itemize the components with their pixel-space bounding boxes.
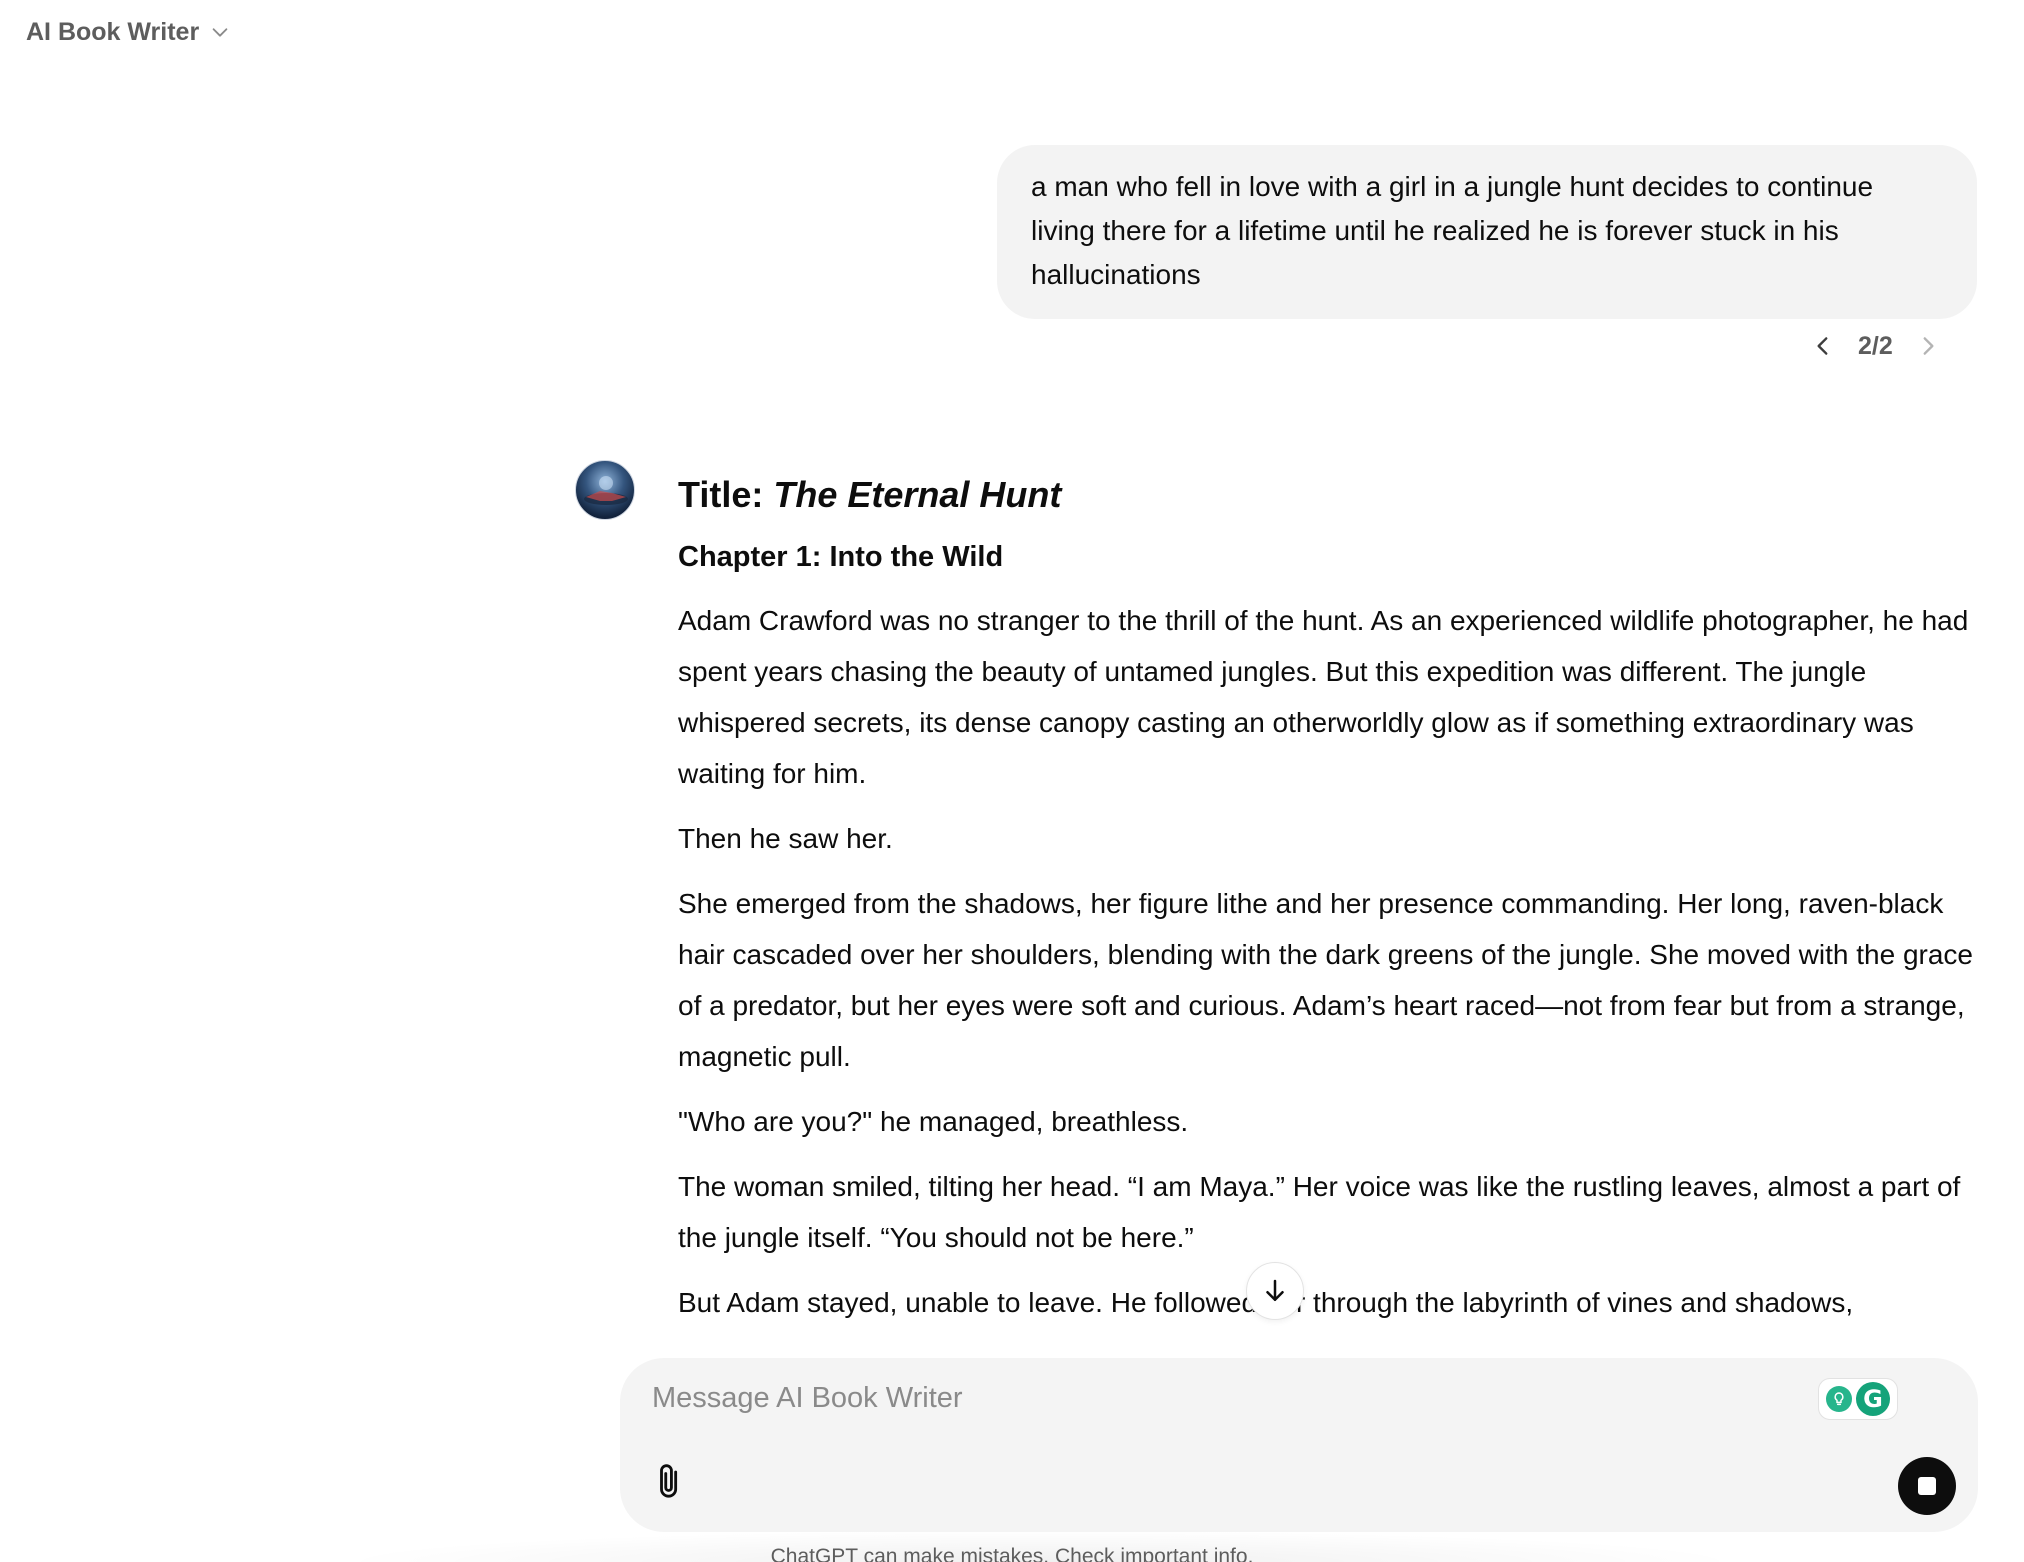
story-paragraph: She emerged from the shadows, her figure… [678,888,1973,1072]
story-paragraph: But Adam stayed, unable to leave. He fol… [678,1287,1854,1318]
response-pager: 2/2 [1808,326,1943,366]
lightbulb-icon [1826,1386,1852,1412]
stop-icon [1918,1477,1936,1495]
story-title-name: The Eternal Hunt [773,474,1062,515]
chevron-down-icon [212,28,228,37]
user-message-bubble: a man who fell in love with a girl in a … [997,145,1977,319]
next-response-button[interactable] [1913,331,1943,361]
chapter-heading: Chapter 1: Into the Wild [678,541,1004,573]
paperclip-icon [660,1464,678,1498]
message-input[interactable]: Message AI Book Writer [652,1382,963,1415]
attach-file-button[interactable] [650,1460,690,1504]
pager-count: 2/2 [1858,331,1893,360]
assistant-response: Title: The Eternal Hunt Chapter 1: Into … [678,465,1978,1342]
gpt-title: AI Book Writer [26,17,200,46]
chat-page: AI Book Writer a man who fell in love wi… [0,0,2024,1562]
grammarly-icon: G [1856,1382,1890,1416]
previous-response-button[interactable] [1808,331,1838,361]
grammarly-widget[interactable]: G [1818,1378,1898,1420]
story-paragraph: "Who are you?" he managed, breathless. [678,1106,1189,1137]
story-paragraph: Then he saw her. [678,823,893,854]
story-title-prefix: Title: [678,474,774,515]
avatar-image [584,476,628,505]
chevron-right-icon [1923,337,1934,355]
scroll-to-bottom-button[interactable] [1246,1262,1304,1320]
story-paragraph: Adam Crawford was no stranger to the thr… [678,605,1969,789]
story-title: Title: The Eternal Hunt [678,465,1978,525]
story-paragraph: The woman smiled, tilting her head. “I a… [678,1171,1961,1253]
arrow-down-icon [1266,1279,1284,1301]
assistant-avatar [575,460,635,520]
stop-generating-button[interactable] [1898,1457,1956,1515]
gpt-selector[interactable]: AI Book Writer [26,14,231,50]
user-message-text: a man who fell in love with a girl in a … [1031,171,1874,290]
disclaimer-text: ChatGPT can make mistakes. Check importa… [770,1545,1254,1562]
message-composer[interactable]: Message AI Book Writer G [620,1358,1978,1532]
chevron-left-icon [1817,337,1828,355]
